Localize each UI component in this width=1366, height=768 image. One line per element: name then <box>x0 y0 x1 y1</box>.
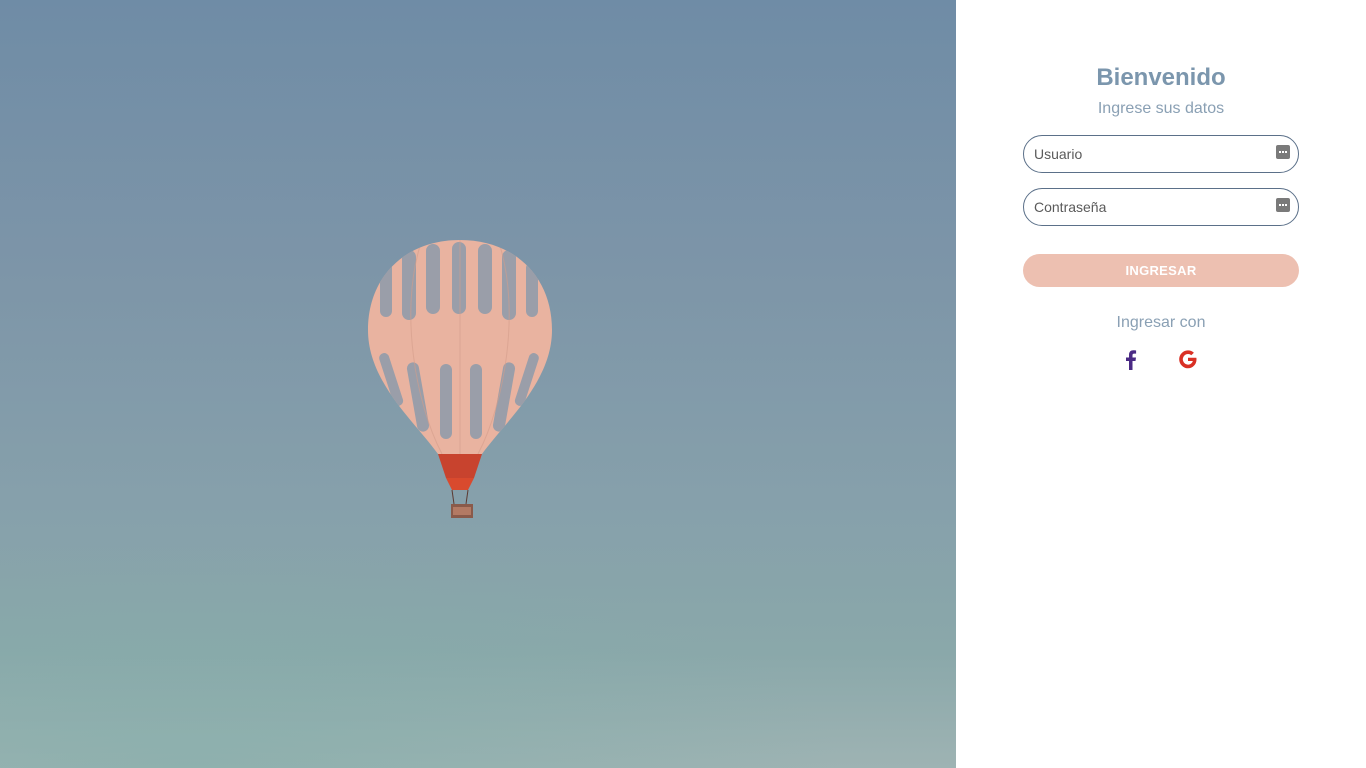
alt-login-label: Ingresar con <box>1116 314 1206 331</box>
login-panel: Bienvenido Ingrese sus datos INGRESAR In… <box>956 0 1366 768</box>
facebook-login-button[interactable] <box>1119 347 1143 373</box>
login-button[interactable]: INGRESAR <box>1023 254 1299 287</box>
google-icon <box>1179 350 1197 369</box>
google-login-button[interactable] <box>1176 347 1200 373</box>
hero-image <box>0 0 956 768</box>
page-subtitle: Ingrese sus datos <box>1097 100 1225 117</box>
hot-air-balloon-image <box>368 240 552 518</box>
autofill-icon[interactable] <box>1276 198 1290 212</box>
page-title: Bienvenido <box>1096 64 1226 91</box>
username-input[interactable] <box>1034 136 1264 172</box>
password-field-wrapper <box>1023 188 1299 226</box>
password-input[interactable] <box>1034 189 1264 225</box>
autofill-icon[interactable] <box>1276 145 1290 159</box>
username-field-wrapper <box>1023 135 1299 173</box>
facebook-icon <box>1126 350 1137 370</box>
